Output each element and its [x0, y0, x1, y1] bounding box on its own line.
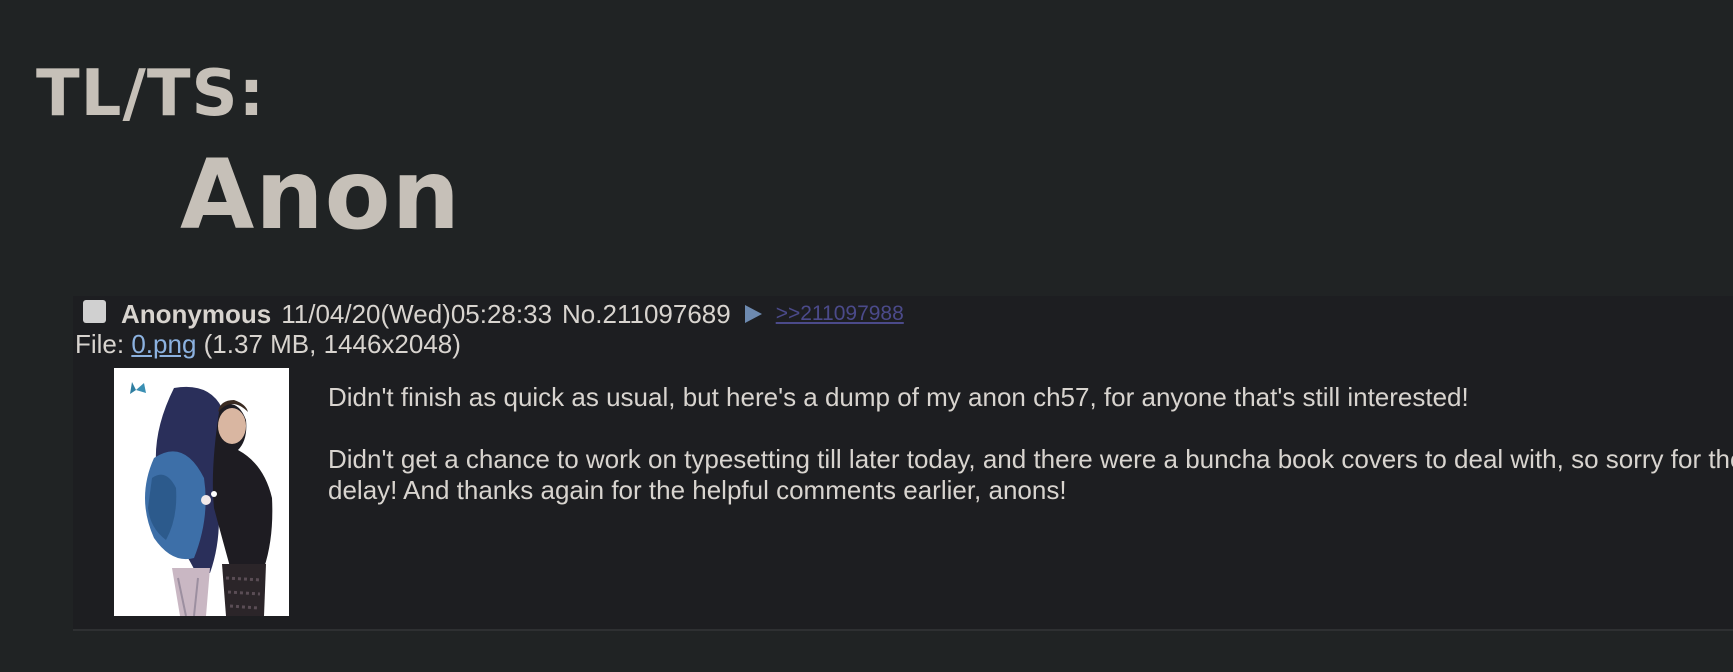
post-message: Didn't finish as quick as usual, but her… — [328, 382, 1733, 506]
poster-name: Anonymous — [121, 298, 272, 329]
message-paragraph: Didn't finish as quick as usual, but her… — [328, 382, 1469, 412]
post-thumbnail[interactable] — [114, 368, 289, 616]
post-datetime: 11/04/20(Wed)05:28:33 — [281, 298, 553, 329]
post-menu-arrow-icon[interactable] — [744, 305, 762, 323]
post: Anonymous 11/04/20(Wed)05:28:33 No.21109… — [73, 296, 1733, 631]
file-link[interactable]: 0.png — [131, 329, 196, 359]
file-details: (1.37 MB, 1446x2048) — [196, 329, 461, 359]
message-paragraph: Didn't get a chance to work on typesetti… — [328, 444, 1733, 474]
post-number[interactable]: No.211097689 — [562, 299, 731, 330]
file-info: File: 0.png (1.37 MB, 1446x2048) — [75, 329, 461, 359]
message-paragraph: delay! And thanks again for the helpful … — [328, 475, 1067, 505]
post-select-checkbox[interactable] — [83, 299, 106, 323]
thread-page: TL/TS: Anon Anonymous 11/04/20(Wed)05:28… — [0, 0, 1733, 672]
file-label: File: — [75, 329, 132, 359]
credit-label: TL/TS: — [36, 57, 266, 131]
credit-name: Anon — [180, 139, 461, 251]
thumbnail-image — [114, 368, 289, 616]
reply-backlink[interactable]: >>211097988 — [776, 302, 904, 326]
post-info: Anonymous 11/04/20(Wed)05:28:33 No.21109… — [83, 298, 904, 330]
